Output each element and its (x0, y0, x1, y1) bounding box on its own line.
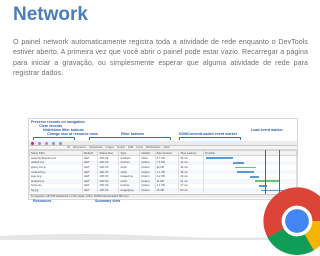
record-icon[interactable] (31, 141, 34, 145)
timeline-bar (250, 175, 260, 178)
timeline-bar (205, 157, 234, 160)
filter-fonts[interactable]: Fonts (136, 146, 143, 149)
filter-stylesheets[interactable]: Stylesheets (89, 146, 102, 149)
callout-bracket (179, 137, 241, 140)
table-cell: GET (81, 188, 99, 193)
row-size-icon[interactable] (59, 141, 62, 145)
slide-title: Network (13, 4, 88, 25)
summary-bar: 11 requests | 157 KB transferred | 1.48 … (29, 194, 297, 198)
table-cell: 200 OK (97, 188, 120, 193)
table-cell: bg.jpg (29, 188, 83, 193)
filter-icon[interactable] (45, 141, 48, 145)
callout-bracket (89, 137, 171, 140)
preserve-log-icon[interactable] (52, 141, 55, 145)
callout-load-event: Load event marker (251, 128, 283, 132)
filter-other[interactable]: Other (163, 146, 170, 149)
table-cell: 80 ms (178, 188, 204, 193)
timeline-bar (254, 180, 281, 183)
table-cell: 45 KB (154, 188, 180, 193)
table-row[interactable]: bg.jpg GET 200 OK image/jpeg (index) 45 KB 80 … (29, 188, 297, 193)
callout-resources: Resources (33, 199, 52, 203)
chrome-logo-icon (263, 187, 320, 255)
filter-documents[interactable]: Documents (73, 146, 86, 149)
callout-dom-loaded: DOMContentLoaded event marker (179, 132, 238, 136)
filter-all[interactable]: All (67, 146, 70, 149)
callout-row-size: Change size of resource rows (47, 132, 98, 136)
filter-xhr[interactable]: XHR (128, 146, 133, 149)
table-cell: (index) (139, 188, 156, 193)
callout-bracket (33, 137, 75, 140)
timeline-bar (237, 171, 254, 173)
slide-body-text: O painel network automaticamente registr… (13, 38, 308, 78)
requests-table: Name Path Method Status Text Type Initia… (29, 150, 297, 193)
filter-images[interactable]: Images (105, 146, 114, 149)
timeline-bar (233, 161, 245, 164)
clear-icon[interactable] (38, 141, 41, 145)
timeline-bar (235, 166, 256, 169)
callout-filter-buttons: Filter buttons (121, 132, 144, 136)
table-cell: image/jpeg (118, 188, 141, 193)
devtools-network-screenshot: Preserve records on navigation Clear rec… (28, 118, 298, 203)
filter-websockets[interactable]: WebSockets (146, 146, 161, 149)
callout-summary: Summary view (95, 199, 121, 203)
filter-scripts[interactable]: Scripts (117, 146, 125, 149)
